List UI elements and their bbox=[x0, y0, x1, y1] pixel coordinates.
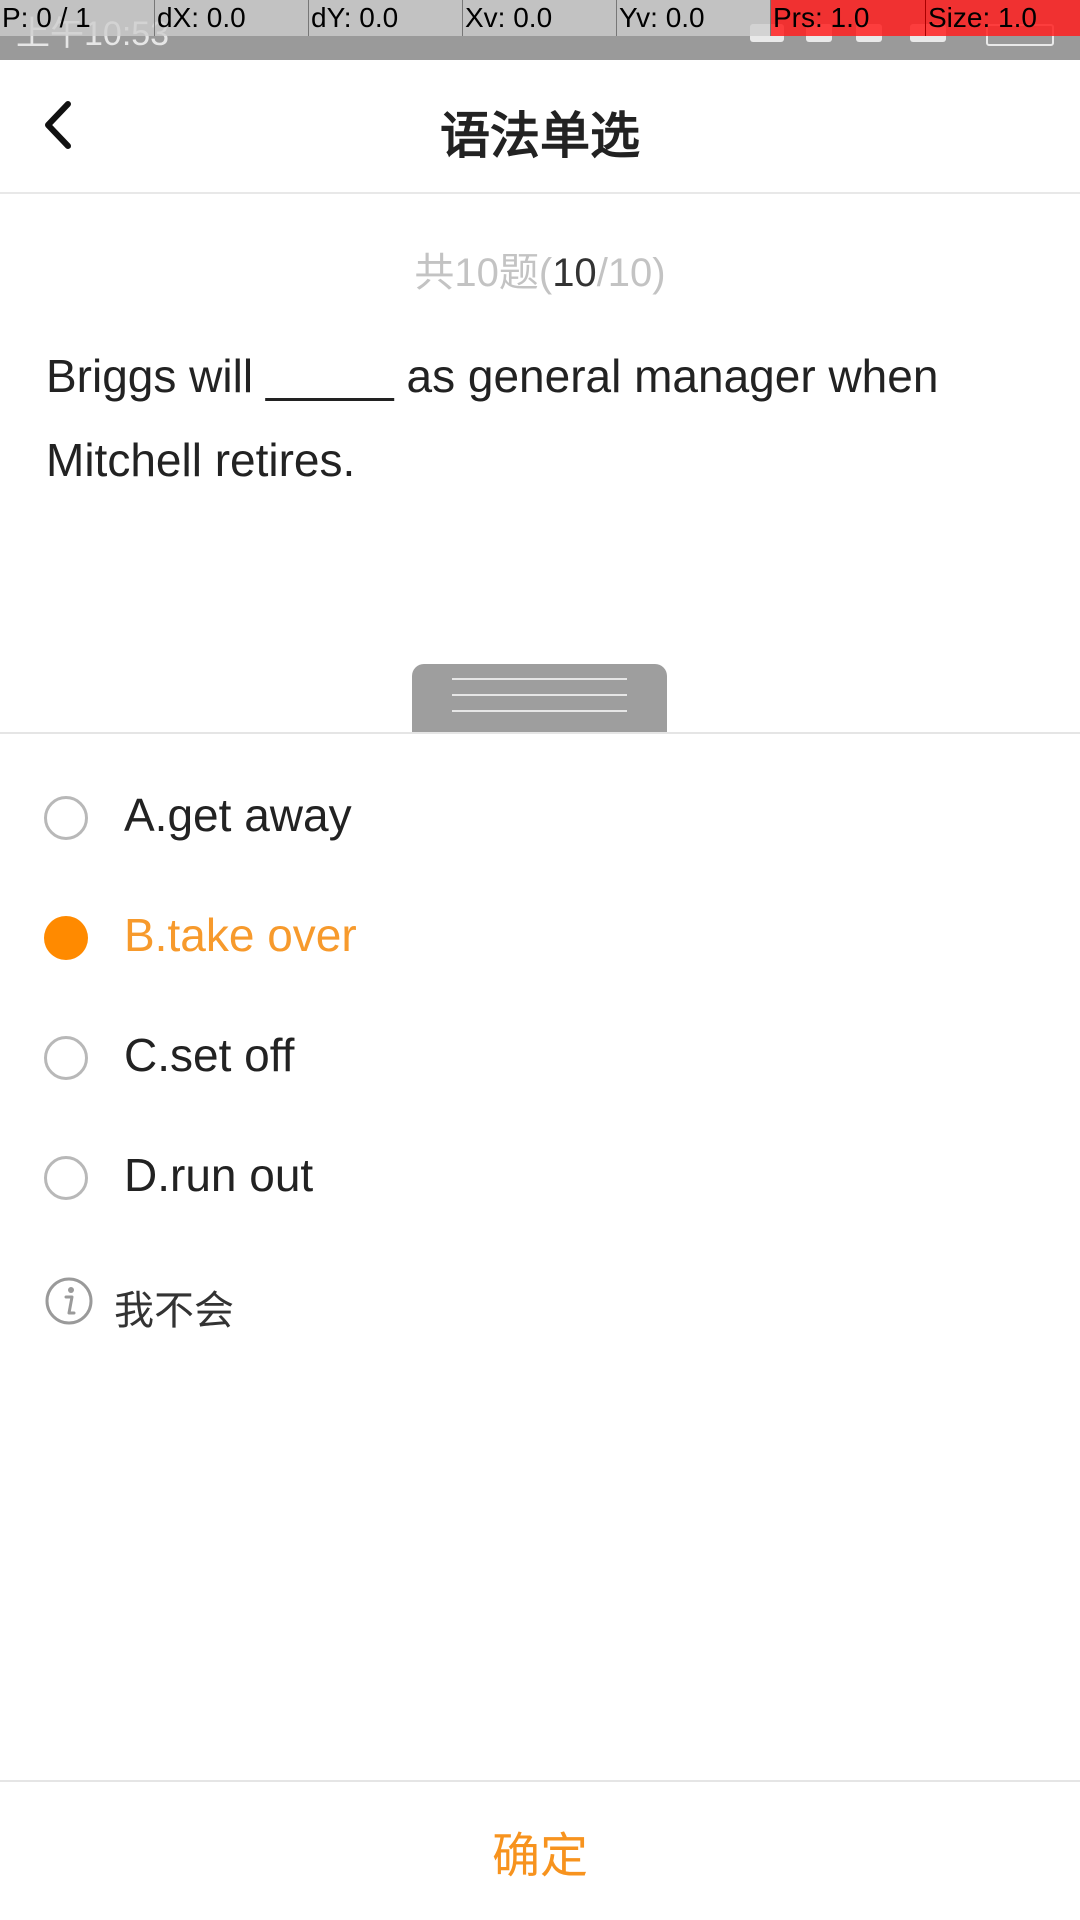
option-label: C.set off bbox=[124, 1029, 295, 1081]
pointer-debug-overlay: P: 0 / 1 dX: 0.0 dY: 0.0 Xv: 0.0 Yv: 0.0… bbox=[0, 0, 1080, 36]
overlay-size: Size: 1.0 bbox=[926, 0, 1080, 36]
overlay-dx: dX: 0.0 bbox=[155, 0, 309, 36]
confirm-button[interactable]: 确定 bbox=[0, 1782, 1080, 1920]
radio-unchecked-icon[interactable] bbox=[44, 1156, 88, 1200]
info-icon bbox=[45, 1277, 93, 1325]
counter-prefix: 共10题( bbox=[414, 251, 553, 295]
page-title: 语法单选 bbox=[440, 107, 640, 165]
option-d[interactable]: D.run out bbox=[0, 1122, 1080, 1232]
option-label: D.run out bbox=[124, 1149, 314, 1201]
option-c[interactable]: C.set off bbox=[0, 1002, 1080, 1112]
section-divider bbox=[0, 732, 1080, 734]
radio-unchecked-icon[interactable] bbox=[44, 796, 88, 840]
option-a[interactable]: A.get away bbox=[0, 762, 1080, 872]
drag-handle[interactable] bbox=[412, 664, 667, 734]
counter-current: 10 bbox=[552, 251, 597, 295]
radio-unchecked-icon[interactable] bbox=[44, 1036, 88, 1080]
confirm-label: 确定 bbox=[491, 1828, 588, 1884]
dont-know-button[interactable]: 我不会 bbox=[44, 1274, 304, 1334]
overlay-pointer-count: P: 0 / 1 bbox=[0, 0, 155, 36]
option-b[interactable]: B.take over bbox=[0, 882, 1080, 992]
app-header: 语法单选 bbox=[0, 60, 1080, 194]
overlay-xv: Xv: 0.0 bbox=[463, 0, 617, 36]
handle-line bbox=[452, 710, 627, 712]
dont-know-label: 我不会 bbox=[114, 1288, 234, 1334]
question-counter: 共10题(10/10) bbox=[0, 240, 1080, 298]
option-label: A.get away bbox=[124, 789, 352, 841]
overlay-yv: Yv: 0.0 bbox=[617, 0, 771, 36]
overlay-pressure: Prs: 1.0 bbox=[771, 0, 926, 36]
question-text: Briggs will _____ as general manager whe… bbox=[46, 350, 939, 486]
overlay-dy: dY: 0.0 bbox=[309, 0, 463, 36]
option-label: B.take over bbox=[124, 909, 357, 961]
handle-line bbox=[452, 678, 627, 680]
counter-suffix: /10) bbox=[596, 251, 666, 295]
radio-checked-icon[interactable] bbox=[44, 916, 88, 960]
handle-line bbox=[452, 694, 627, 696]
